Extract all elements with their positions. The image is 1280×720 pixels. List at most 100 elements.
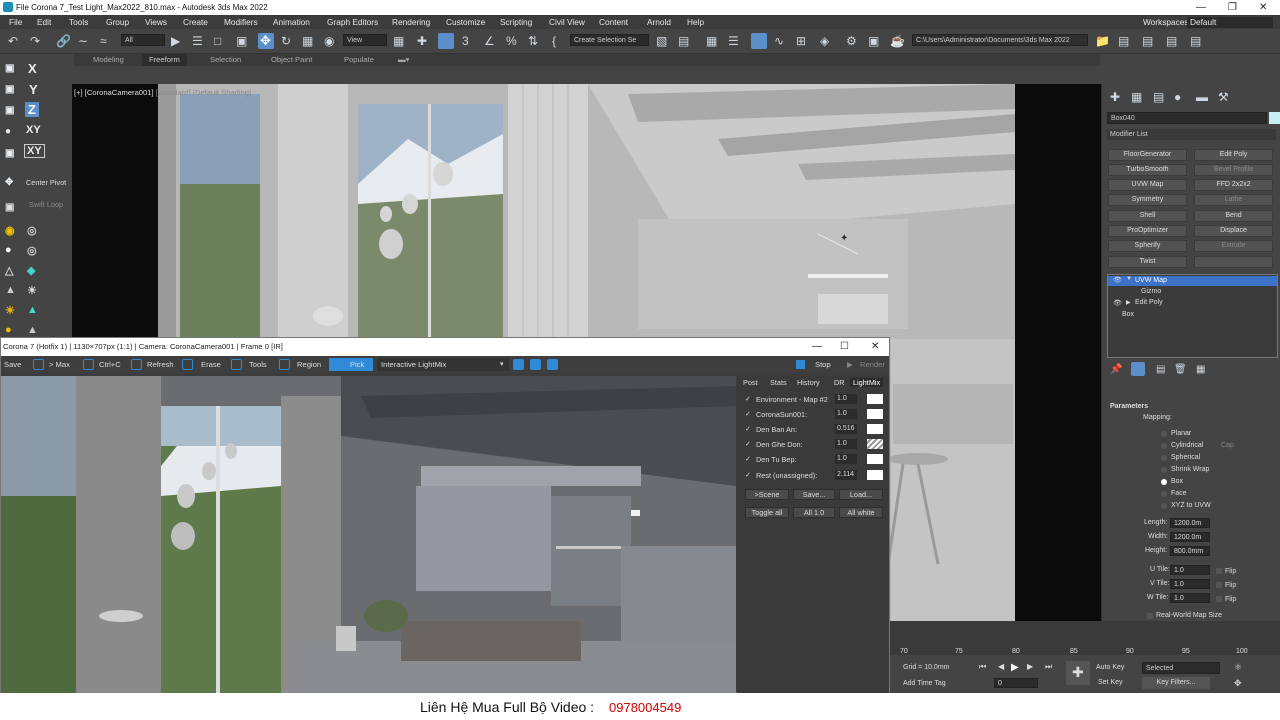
- menu-file[interactable]: File: [9, 15, 22, 29]
- named-selection-dropdown[interactable]: Create Selection Se: [570, 34, 649, 46]
- constraint-icon[interactable]: ▣: [5, 63, 14, 74]
- project-folder-icon[interactable]: 📁: [1095, 34, 1110, 48]
- modifier-uvwmap-button[interactable]: UVW Map: [1108, 179, 1187, 191]
- lightmix-checkbox[interactable]: ✓: [745, 456, 752, 463]
- wtile-flip-label[interactable]: Flip: [1225, 595, 1236, 605]
- lightmix-color-swatch[interactable]: [867, 470, 883, 480]
- stack-item-box[interactable]: Box: [1122, 311, 1134, 318]
- lightmix-save-button[interactable]: Save...: [793, 489, 835, 500]
- realworld-checkbox[interactable]: [1147, 613, 1153, 619]
- ribbon-toggle-icon[interactable]: [751, 33, 767, 49]
- lightmix-color-swatch[interactable]: [867, 409, 883, 419]
- height-spinner[interactable]: 800.0mm: [1170, 546, 1210, 556]
- lightmix-toggle-all-button[interactable]: Toggle all: [745, 507, 789, 518]
- menu-modifiers[interactable]: Modifiers: [224, 15, 258, 29]
- axis-z-button[interactable]: Z: [25, 102, 39, 117]
- modifier-bend-button[interactable]: Bend: [1194, 210, 1273, 222]
- add-time-tag-label[interactable]: Add Time Tag: [903, 680, 946, 687]
- ribbon-tab-freeform[interactable]: Freeform: [142, 54, 187, 66]
- auto-key-button[interactable]: Auto Key: [1096, 664, 1124, 671]
- modifier-lathe-button[interactable]: Lathe: [1194, 194, 1273, 206]
- modifier-turbosmooth-button[interactable]: TurboSmooth: [1108, 164, 1187, 176]
- lightmix-value[interactable]: 1.0: [835, 439, 857, 449]
- utilities-tab-icon[interactable]: ⚒: [1218, 90, 1229, 104]
- light-icon-10[interactable]: ●: [5, 324, 12, 336]
- viewport-label[interactable]: [+] [CoronaCamera001] [Standard] [Defaul…: [74, 88, 251, 97]
- vfb-render-button[interactable]: Render: [860, 356, 885, 373]
- menu-arnold[interactable]: Arnold: [647, 15, 671, 29]
- light-icon-11[interactable]: ▲: [27, 324, 38, 336]
- make-unique-icon[interactable]: ▤: [1156, 364, 1165, 375]
- redo-icon[interactable]: ↷: [30, 34, 40, 48]
- center-pivot-label[interactable]: Center Pivot: [26, 178, 66, 187]
- object-name-field[interactable]: Box040: [1107, 112, 1267, 124]
- vfb-tab-history[interactable]: History: [797, 378, 820, 387]
- goto-start-icon[interactable]: ⏮: [979, 662, 986, 672]
- modifier-ffd-button[interactable]: FFD 2x2x2: [1194, 179, 1273, 191]
- modifier-shell-button[interactable]: Shell: [1108, 210, 1187, 222]
- mapping-planar[interactable]: Planar: [1171, 429, 1191, 439]
- modifier-empty-button[interactable]: [1194, 256, 1273, 268]
- hierarchy-tab-icon[interactable]: ▤: [1153, 90, 1164, 104]
- vfb-tab-lightmix[interactable]: LightMix: [850, 378, 884, 387]
- menu-help[interactable]: Help: [687, 15, 704, 29]
- vfb-minimize-icon[interactable]: —: [812, 338, 822, 356]
- center-pivot-icon[interactable]: ✥: [5, 177, 13, 188]
- mapping-spherical[interactable]: Spherical: [1171, 453, 1200, 463]
- lightmix-all-one-button[interactable]: All 1.0: [793, 507, 835, 518]
- stack-item-uvwmap[interactable]: UVW Map: [1135, 277, 1167, 284]
- light-icon-1[interactable]: ◉: [5, 224, 15, 237]
- key-mode-dropdown[interactable]: Selected: [1142, 662, 1220, 674]
- parameters-title[interactable]: Parameters: [1110, 402, 1148, 412]
- lightmix-checkbox[interactable]: ✓: [745, 472, 752, 479]
- sun-icon[interactable]: ☀: [5, 304, 15, 317]
- vfb-maximize-icon[interactable]: ☐: [840, 338, 849, 356]
- select-object-icon[interactable]: ▶: [171, 34, 180, 48]
- light-icon-9[interactable]: ▲: [27, 304, 38, 316]
- modify-tab-icon[interactable]: ▦: [1131, 90, 1142, 104]
- mapping-cylindrical[interactable]: Cylindrical: [1171, 441, 1203, 451]
- schematic-view-icon[interactable]: ⊞: [796, 34, 806, 48]
- wtile-spinner[interactable]: 1.0: [1170, 593, 1210, 603]
- mapping-shrinkwrap[interactable]: Shrink Wrap: [1171, 465, 1209, 475]
- modifier-prooptimizer-button[interactable]: ProOptimizer: [1108, 225, 1187, 237]
- set-key-button[interactable]: Set Key: [1098, 679, 1123, 686]
- light-icon-7[interactable]: ▲: [5, 284, 16, 296]
- window-crossing-icon[interactable]: ▣: [236, 34, 247, 48]
- select-scale-icon[interactable]: ▦: [302, 34, 313, 48]
- eye-icon[interactable]: 👁: [1113, 276, 1122, 284]
- remove-modifier-icon[interactable]: 🗑: [1174, 364, 1187, 375]
- keyboard-shortcut-override-icon[interactable]: [438, 33, 454, 49]
- axis-xy-toggle-button[interactable]: XY: [24, 144, 45, 158]
- close-icon[interactable]: ✕: [1259, 0, 1267, 15]
- undo-icon[interactable]: ↶: [8, 34, 18, 48]
- extra-tool-icon[interactable]: ▤: [1190, 34, 1201, 48]
- menu-animation[interactable]: Animation: [273, 15, 310, 29]
- project-path-field[interactable]: C:\Users\Administrator\Documents\3ds Max…: [912, 34, 1088, 46]
- vfb-dropdown-arrow-icon[interactable]: ▾: [500, 356, 504, 373]
- select-move-icon[interactable]: ✥: [258, 33, 274, 49]
- vfb-pick-button[interactable]: Pick: [350, 356, 364, 373]
- lightmix-color-swatch[interactable]: [867, 454, 883, 464]
- select-by-name-icon[interactable]: ☰: [192, 34, 203, 48]
- collapse-icon[interactable]: ▶: [1126, 299, 1131, 306]
- scene-explorer-icon[interactable]: ▦: [706, 34, 717, 48]
- eye-icon-2[interactable]: 👁: [1113, 299, 1122, 307]
- lightmix-color-swatch[interactable]: [867, 394, 883, 404]
- next-frame-icon[interactable]: ▶: [1027, 662, 1033, 671]
- mapping-face[interactable]: Face: [1171, 489, 1187, 499]
- lightmix-checkbox[interactable]: ✓: [745, 411, 752, 418]
- lightmix-value[interactable]: 2.114: [835, 470, 857, 480]
- spinner-snap-icon[interactable]: ⇅: [528, 34, 538, 48]
- menu-tools[interactable]: Tools: [69, 15, 88, 29]
- modifier-extrude-button[interactable]: Extrude: [1194, 240, 1273, 252]
- vfb-close-icon[interactable]: ✕: [871, 338, 879, 356]
- vfb-render-play-icon[interactable]: ▶: [847, 356, 853, 373]
- vfb-tab-dr[interactable]: DR: [834, 378, 845, 387]
- project-settings-icon[interactable]: ▤: [1166, 34, 1177, 48]
- link-icon[interactable]: 🔗: [56, 34, 71, 48]
- prev-frame-icon[interactable]: ◀: [998, 662, 1004, 671]
- mirror-icon[interactable]: ▧: [656, 34, 667, 48]
- mapping-cap[interactable]: Cap: [1221, 441, 1234, 451]
- modifier-symmetry-button[interactable]: Symmetry: [1108, 194, 1187, 206]
